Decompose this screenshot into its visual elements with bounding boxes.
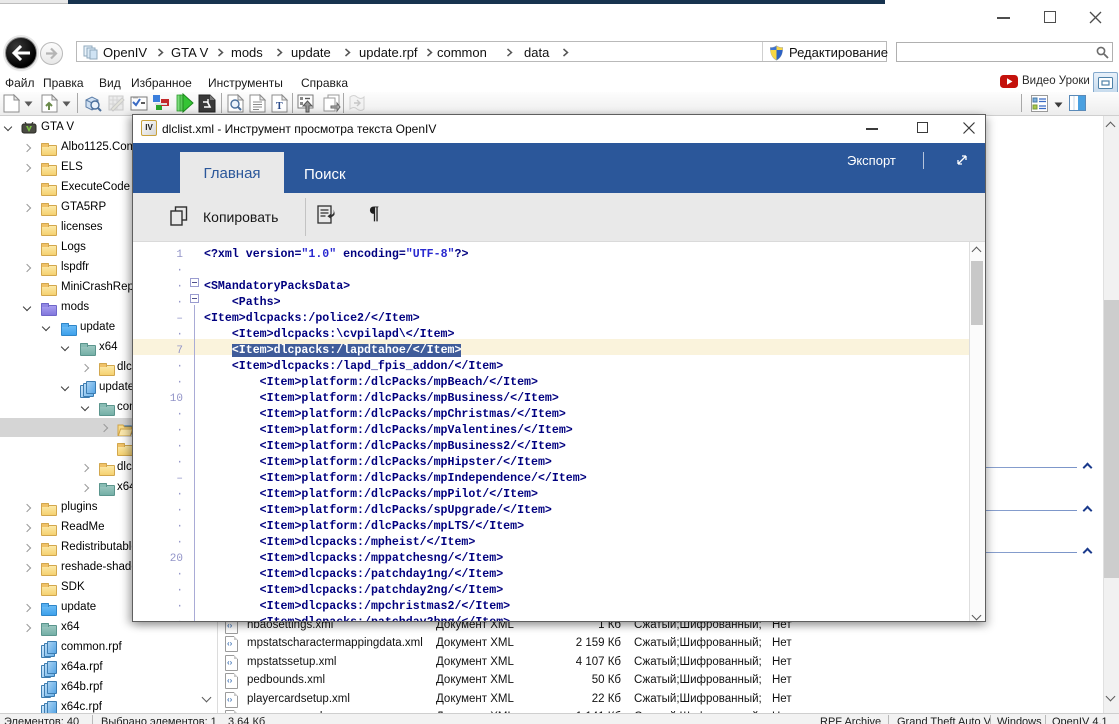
svg-text:T: T xyxy=(276,101,283,112)
